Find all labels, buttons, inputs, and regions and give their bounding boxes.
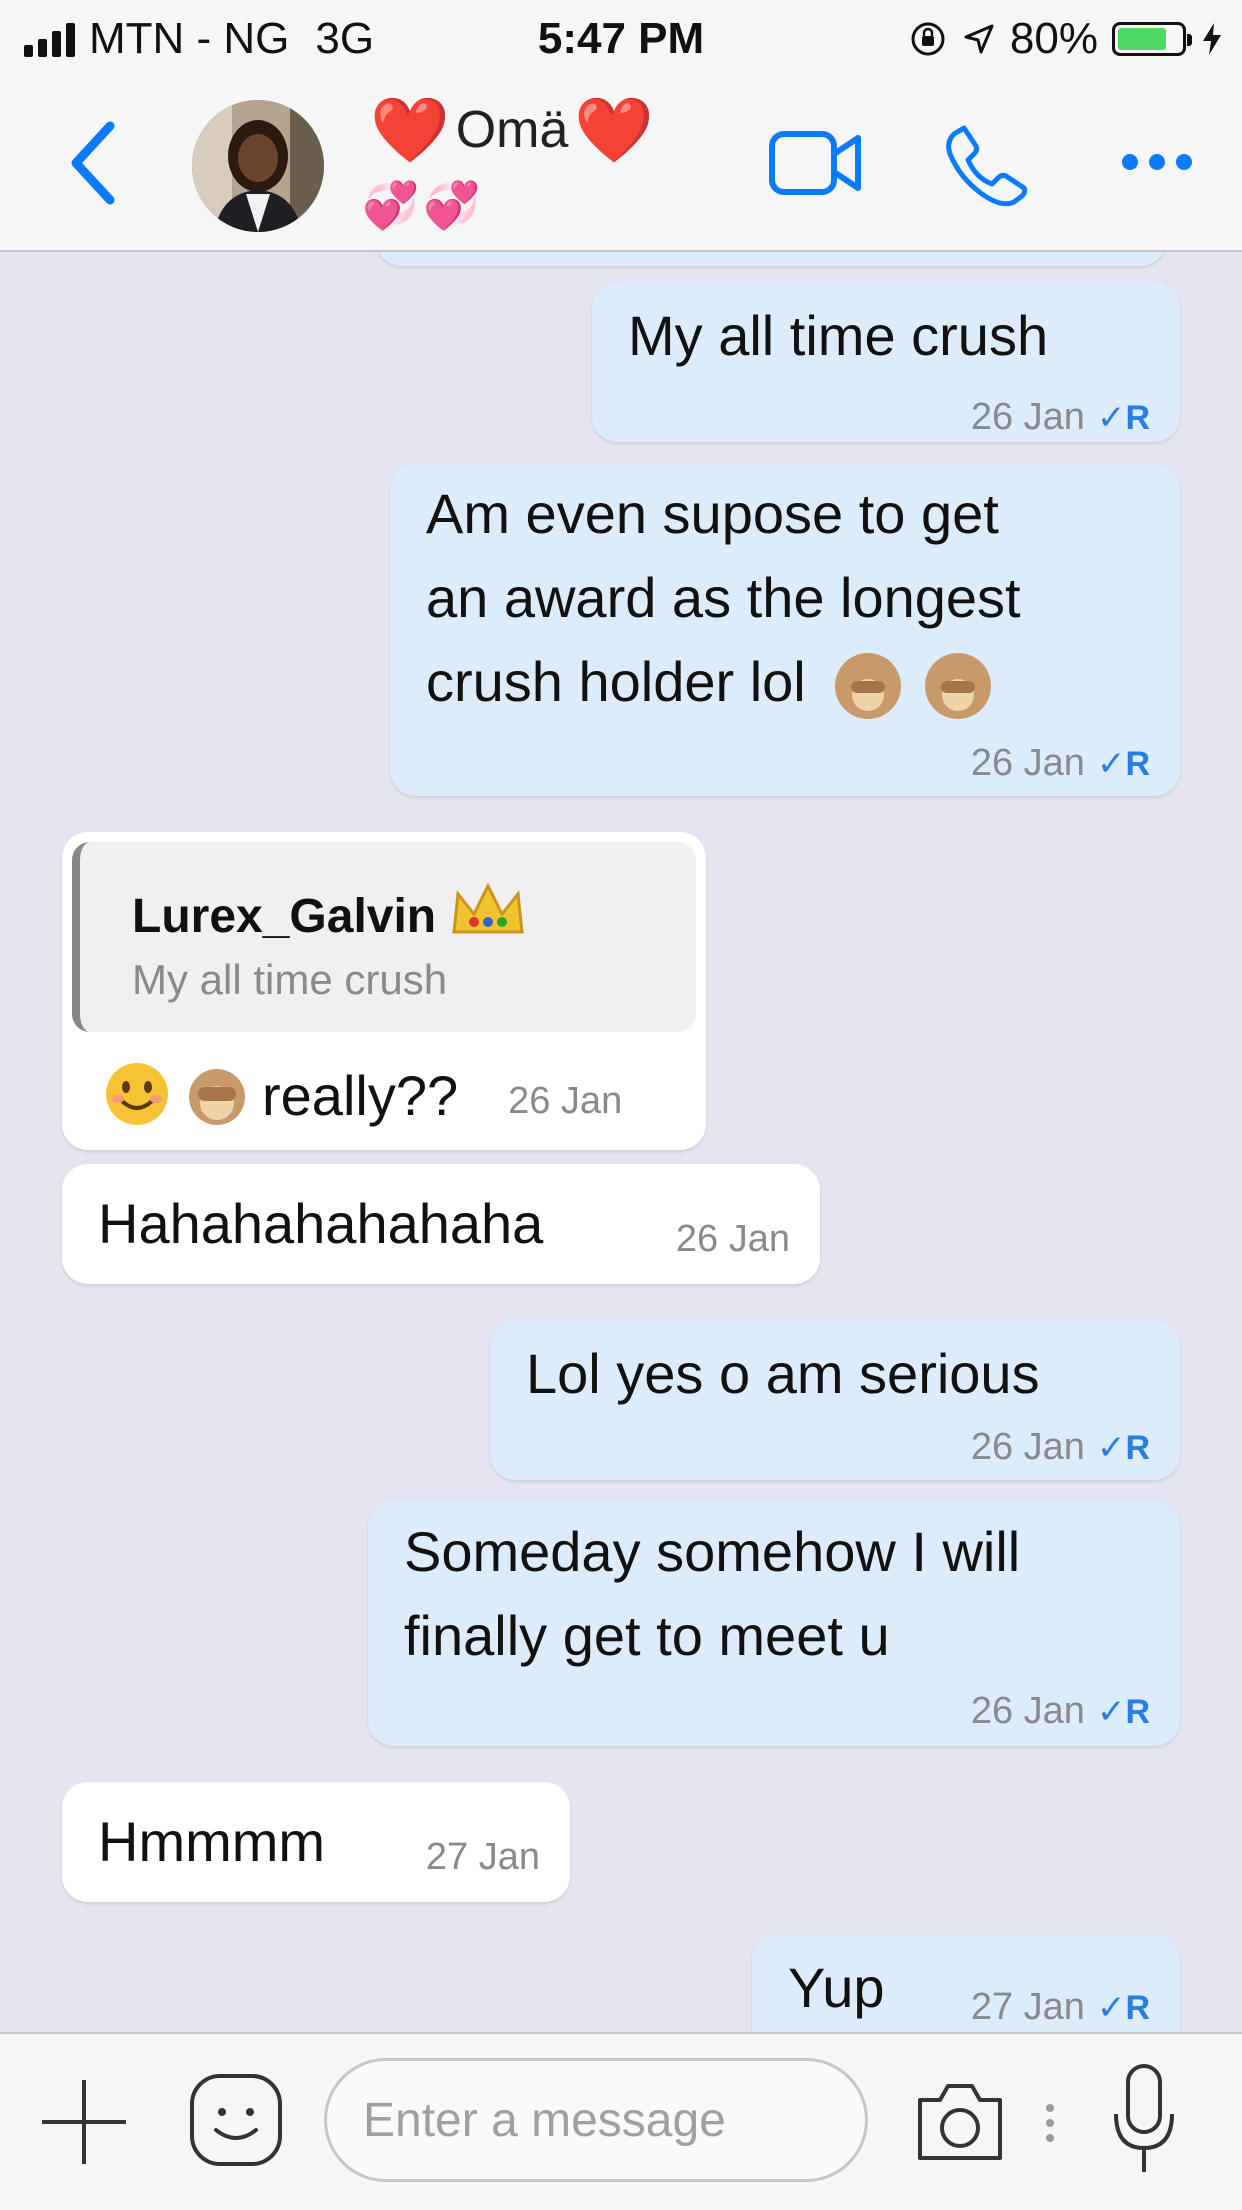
back-chevron-icon[interactable] bbox=[62, 118, 122, 208]
message-time: 26 Jan bbox=[508, 1079, 623, 1122]
message-bubble-outgoing[interactable]: Someday somehow I will finally get to me… bbox=[368, 1500, 1180, 1746]
contact-name-text: Omä bbox=[455, 101, 569, 159]
message-line: finally get to meet u bbox=[404, 1604, 890, 1667]
avatar[interactable] bbox=[192, 100, 324, 232]
orientation-lock-icon bbox=[911, 22, 945, 56]
message-text: Am even supose to get an award as the lo… bbox=[426, 472, 1021, 724]
status-bar: MTN - NG 3G 5:47 PM 80% bbox=[0, 0, 1242, 80]
contact-name[interactable]: ❤️ Omä ❤️ bbox=[370, 98, 654, 162]
message-bubble-partial bbox=[376, 252, 1166, 266]
message-meta: 27 Jan ✓R bbox=[971, 1986, 1150, 2029]
message-meta: 26 Jan ✓R bbox=[971, 742, 1150, 785]
message-meta: 26 Jan ✓R bbox=[971, 1426, 1150, 1469]
message-time: 27 Jan bbox=[970, 1986, 1085, 2028]
read-receipt-icon: ✓R bbox=[1096, 1428, 1150, 1467]
message-bubble-outgoing[interactable]: Am even supose to get an award as the lo… bbox=[390, 464, 1180, 796]
plus-icon[interactable] bbox=[36, 2074, 132, 2170]
location-arrow-icon bbox=[964, 24, 994, 54]
message-bubble-incoming[interactable]: Hahahahahahaha 26 Jan bbox=[62, 1164, 820, 1284]
message-text: Hmmmm bbox=[98, 1810, 326, 1873]
message-time: 26 Jan bbox=[970, 1426, 1085, 1468]
message-line: Am even supose to get bbox=[426, 482, 999, 545]
battery-percent: 80% bbox=[1009, 14, 1098, 63]
crown-emoji-icon bbox=[450, 882, 526, 950]
message-time: 26 Jan bbox=[675, 1218, 790, 1260]
read-receipt-icon: ✓R bbox=[1096, 398, 1150, 437]
composer-bar bbox=[0, 2032, 1242, 2210]
reply-author: Lurex_Galvin bbox=[132, 882, 526, 950]
message-bubble-incoming[interactable]: Lurex_Galvin My all time crush really?? … bbox=[62, 832, 706, 1150]
message-text: Someday somehow I will finally get to me… bbox=[404, 1510, 1020, 1678]
contact-name-decoration: 💞💞 bbox=[362, 179, 485, 231]
microphone-icon[interactable] bbox=[1108, 2062, 1180, 2178]
reply-quote[interactable]: Lurex_Galvin My all time crush bbox=[72, 842, 696, 1032]
monkey-emoji-icon bbox=[924, 653, 991, 720]
message-time: 26 Jan bbox=[970, 1690, 1085, 1732]
message-meta: 26 Jan ✓R bbox=[971, 1690, 1150, 1733]
divider-dots bbox=[1046, 2104, 1054, 2142]
message-bubble-outgoing[interactable]: My all time crush 26 Jan ✓R bbox=[592, 282, 1180, 442]
reply-text: My all time crush bbox=[132, 956, 448, 1003]
message-line: an award as the longest bbox=[426, 566, 1021, 629]
message-text: really?? 26 Jan bbox=[102, 1054, 622, 1138]
message-input[interactable] bbox=[324, 2058, 868, 2182]
chat-header: ❤️ Omä ❤️ 💞💞 bbox=[0, 80, 1242, 252]
message-bubble-outgoing[interactable]: Yup 27 Jan ✓R bbox=[752, 1934, 1180, 2032]
read-receipt-icon: ✓R bbox=[1096, 1988, 1150, 2027]
message-text: Hahahahahahaha bbox=[98, 1192, 544, 1255]
heart-emoji-right: ❤️ bbox=[574, 94, 655, 166]
monkey-emoji-icon bbox=[835, 653, 902, 720]
message-text: Yup bbox=[788, 1956, 885, 2019]
read-receipt-icon: ✓R bbox=[1096, 1692, 1150, 1731]
phone-icon[interactable] bbox=[942, 120, 1030, 208]
battery-icon bbox=[1112, 22, 1192, 56]
status-right: 80% bbox=[908, 14, 1224, 64]
message-meta: 26 Jan ✓R bbox=[971, 396, 1150, 439]
sticker-icon[interactable] bbox=[186, 2070, 286, 2170]
smile-emoji-icon bbox=[102, 1059, 172, 1134]
message-bubble-outgoing[interactable]: Lol yes o am serious 26 Jan ✓R bbox=[490, 1320, 1180, 1480]
message-bubble-incoming[interactable]: Hmmmm 27 Jan bbox=[62, 1782, 570, 1902]
message-text: Lol yes o am serious bbox=[526, 1342, 1040, 1405]
message-time: 26 Jan bbox=[970, 396, 1085, 438]
message-line: Someday somehow I will bbox=[404, 1520, 1021, 1583]
more-icon[interactable] bbox=[1120, 152, 1194, 172]
message-time: 27 Jan bbox=[425, 1836, 540, 1878]
camera-icon[interactable] bbox=[912, 2076, 1008, 2166]
heart-emoji-left: ❤️ bbox=[370, 94, 450, 166]
charging-bolt-icon bbox=[1203, 23, 1221, 55]
message-text: My all time crush bbox=[628, 304, 1049, 367]
monkey-emoji-icon bbox=[182, 1059, 252, 1134]
video-call-icon[interactable] bbox=[768, 128, 864, 198]
message-time: 26 Jan bbox=[970, 742, 1085, 784]
message-line-last: crush holder lol bbox=[426, 640, 1021, 724]
read-receipt-icon: ✓R bbox=[1096, 744, 1150, 783]
message-list[interactable]: My all time crush 26 Jan ✓R Am even supo… bbox=[0, 252, 1242, 2032]
